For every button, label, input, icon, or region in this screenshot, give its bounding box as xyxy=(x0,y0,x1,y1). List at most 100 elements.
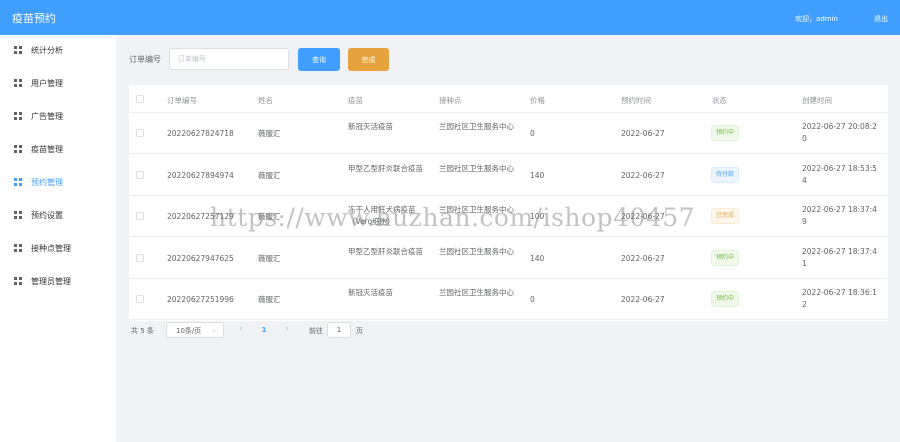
vaccine-cell: 甲型乙型肝炎联合疫苗 xyxy=(348,163,423,173)
vaccine-cell: 新冠灭活疫苗 xyxy=(348,122,393,131)
column-header: 状态 xyxy=(712,96,727,105)
goto-page-input[interactable] xyxy=(327,322,351,338)
sidebar-item-label: 预约设置 xyxy=(31,211,63,220)
order-number-cell: 20220627257129 xyxy=(167,212,234,221)
appointment-date-cell: 2022-06-27 xyxy=(621,129,665,138)
name-cell: 薇服汇 xyxy=(258,129,281,138)
goto-label: 前往 xyxy=(309,327,323,335)
column-header: 姓名 xyxy=(258,96,273,105)
created-time-cell: 2022-06-27 18:53:54 xyxy=(802,163,877,185)
appointment-date-cell: 2022-06-27 xyxy=(621,212,665,221)
column-header: 预约时间 xyxy=(621,96,651,105)
sidebar-item-sites[interactable]: 接种点管理 xyxy=(0,237,116,259)
complete-button[interactable]: 完成 xyxy=(348,48,389,71)
query-button[interactable]: 查询 xyxy=(298,48,340,71)
sidebar-item-users[interactable]: 用户管理 xyxy=(0,72,116,94)
sidebar-item-label: 统计分析 xyxy=(31,46,63,55)
orders-table: 订单编号 姓名 疫苗 接种点 价格 预约时间 状态 创建时间 202206278… xyxy=(129,85,888,321)
vaccine-cell: 甲型乙型肝炎联合疫苗 xyxy=(348,246,423,256)
status-badge: 待付款 xyxy=(711,166,740,183)
chevron-down-icon: ⌄ xyxy=(211,326,217,334)
price-cell: 100 xyxy=(530,212,545,221)
sidebar-item-label: 广告管理 xyxy=(31,112,63,121)
prev-page-button[interactable]: ‹ xyxy=(231,322,251,338)
order-number-cell: 20220627251996 xyxy=(167,295,234,304)
order-no-input[interactable] xyxy=(169,48,289,70)
created-time-cell: 2022-06-27 18:37:41 xyxy=(802,246,877,268)
grid-icon xyxy=(14,178,22,186)
created-time-cell: 2022-06-27 20:08:20 xyxy=(802,122,877,143)
status-badge: 预约中 xyxy=(711,125,740,141)
sidebar-item-label: 疫苗管理 xyxy=(31,145,63,154)
row-checkbox[interactable] xyxy=(136,253,144,262)
app-title: 疫苗预约 xyxy=(12,12,56,25)
grid-icon xyxy=(14,211,22,219)
main-content: 订单编号 查询 完成 订单编号 姓名 疫苗 接种点 价格 预约时间 状态 创建时… xyxy=(116,35,900,442)
status-badge: 预约中 xyxy=(711,291,740,307)
table-row: 20220627894974 薇服汇 甲型乙型肝炎联合疫苗 兰园社区卫生服务中心 140… xyxy=(129,155,888,196)
row-checkbox[interactable] xyxy=(136,212,144,220)
grid-icon xyxy=(14,244,22,252)
appointment-date-cell: 2022-06-27 xyxy=(621,253,665,263)
vaccine-cell: 冻干人用狂犬病疫苗（Vero细胞） xyxy=(348,205,416,226)
sidebar-item-vaccines[interactable]: 疫苗管理 xyxy=(0,138,116,160)
row-checkbox[interactable] xyxy=(136,129,144,137)
grid-icon xyxy=(14,46,22,54)
page-suffix-label: 页 xyxy=(356,327,363,335)
row-checkbox[interactable] xyxy=(136,295,144,303)
sidebar-item-label: 用户管理 xyxy=(31,79,63,88)
sidebar-item-label: 预约管理 xyxy=(31,178,63,187)
status-badge: 预约中 xyxy=(711,249,740,266)
order-number-cell: 20220627824718 xyxy=(167,129,234,138)
row-checkbox[interactable] xyxy=(136,170,144,179)
sidebar-item-admins[interactable]: 管理员管理 xyxy=(0,270,116,292)
order-number-cell: 20220627947625 xyxy=(167,253,234,263)
appointment-date-cell: 2022-06-27 xyxy=(621,170,665,180)
created-time-cell: 2022-06-27 18:36:12 xyxy=(802,288,877,309)
sidebar-item-label: 接种点管理 xyxy=(31,244,71,253)
name-cell: 薇服汇 xyxy=(258,170,281,180)
name-cell: 薇服汇 xyxy=(258,212,281,221)
current-page-number[interactable]: 1 xyxy=(254,322,274,338)
appointment-date-cell: 2022-06-27 xyxy=(621,295,665,304)
page-size-value: 10条/页 xyxy=(176,327,202,335)
grid-icon xyxy=(14,79,22,87)
site-cell: 兰园社区卫生服务中心 xyxy=(439,246,514,256)
page-size-select[interactable]: 10条/页 ⌄ xyxy=(166,322,224,338)
top-header: 疫苗预约 欢迎，admin 退出 xyxy=(0,0,900,35)
sidebar-item-appointments[interactable]: 预约管理 xyxy=(0,171,116,193)
sidebar: 统计分析用户管理广告管理疫苗管理预约管理预约设置接种点管理管理员管理 xyxy=(0,35,116,442)
name-cell: 薇服汇 xyxy=(258,295,281,304)
created-time-cell: 2022-06-27 18:37:49 xyxy=(802,205,877,226)
column-header: 价格 xyxy=(530,96,545,105)
sidebar-item-stats[interactable]: 统计分析 xyxy=(0,39,116,61)
site-cell: 兰园社区卫生服务中心 xyxy=(439,163,514,173)
table-row: 20220627251996 薇服汇 新冠灭活疫苗 兰园社区卫生服务中心 0 2022-0… xyxy=(129,279,888,320)
sidebar-item-appointment-settings[interactable]: 预约设置 xyxy=(0,204,116,226)
name-cell: 薇服汇 xyxy=(258,253,281,263)
price-cell: 140 xyxy=(530,253,545,263)
grid-icon xyxy=(14,112,22,120)
price-cell: 0 xyxy=(530,129,535,138)
column-header: 创建时间 xyxy=(802,96,832,105)
select-all-checkbox[interactable] xyxy=(136,95,144,103)
next-page-button[interactable]: › xyxy=(277,322,297,338)
order-no-label: 订单编号 xyxy=(129,55,161,64)
price-cell: 140 xyxy=(530,170,545,180)
table-header: 订单编号 姓名 疫苗 接种点 价格 预约时间 状态 创建时间 xyxy=(129,85,888,113)
logout-link[interactable]: 退出 xyxy=(874,14,888,24)
pagination: 共 5 条 10条/页 ⌄ ‹ 1 › 前往 页 xyxy=(131,322,431,342)
grid-icon xyxy=(14,277,22,285)
sidebar-item-label: 管理员管理 xyxy=(31,277,71,286)
total-count: 共 5 条 xyxy=(131,327,154,335)
site-cell: 兰园社区卫生服务中心 xyxy=(439,122,514,131)
table-row: 20220627257129 薇服汇 冻干人用狂犬病疫苗（Vero细胞） 兰园社区卫生… xyxy=(129,196,888,237)
column-header: 订单编号 xyxy=(167,96,197,105)
status-badge: 已完成 xyxy=(711,208,740,224)
sidebar-item-ads[interactable]: 广告管理 xyxy=(0,105,116,127)
price-cell: 0 xyxy=(530,295,535,304)
column-header: 疫苗 xyxy=(348,96,363,105)
site-cell: 兰园社区卫生服务中心 xyxy=(439,205,514,214)
site-cell: 兰园社区卫生服务中心 xyxy=(439,288,514,297)
vaccine-cell: 新冠灭活疫苗 xyxy=(348,288,393,297)
